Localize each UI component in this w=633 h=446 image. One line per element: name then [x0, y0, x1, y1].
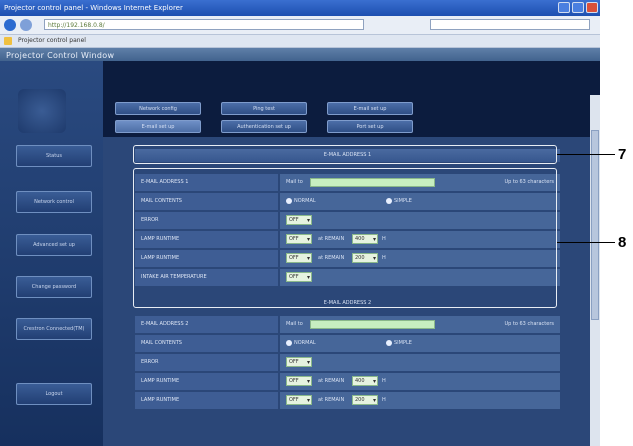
section2-lamp2-hours-select[interactable]: 200: [352, 395, 378, 405]
section2-lamp1-cell: OFF at REMAIN 400 H: [280, 373, 560, 390]
section2-contents-row: MAIL CONTENTS NORMAL SIMPLE: [135, 335, 560, 352]
section2-error-row: ERROR OFF: [135, 354, 560, 371]
section2-lamp2-select[interactable]: OFF: [286, 395, 312, 405]
section2-lamp2-cell: OFF at REMAIN 200 H: [280, 392, 560, 409]
section2-error-cell: OFF: [280, 354, 560, 371]
back-icon[interactable]: [4, 19, 16, 31]
favorite-tab[interactable]: Projector control panel: [18, 37, 86, 44]
section2-contents-label: MAIL CONTENTS: [135, 335, 278, 352]
section2-lamp1-hours-select[interactable]: 400: [352, 376, 378, 386]
callout-line-8: [557, 242, 615, 243]
section2-simple-label: SIMPLE: [394, 340, 412, 346]
sidebar: Status Network control Advanced set up C…: [0, 61, 103, 446]
section2-lamp1-select[interactable]: OFF: [286, 376, 312, 386]
tab-ping-test[interactable]: Ping test: [221, 102, 307, 115]
section2-error-label: ERROR: [135, 354, 278, 371]
close-icon[interactable]: [586, 2, 598, 13]
sidebar-item-status[interactable]: Status: [16, 145, 92, 167]
tab-network-config[interactable]: Network config: [115, 102, 201, 115]
tab-port-setup[interactable]: Port set up: [327, 120, 413, 133]
maximize-icon[interactable]: [572, 2, 584, 13]
tab-email-setup-top[interactable]: E-mail set up: [327, 102, 413, 115]
section2-lamp1-remain: at REMAIN: [318, 378, 345, 384]
tab-area: Network config Ping test E-mail set up E…: [103, 61, 600, 137]
section2-address-row: E-MAIL ADDRESS 2 Mail to Up to 63 charac…: [135, 316, 560, 333]
callout-line-7: [557, 154, 615, 155]
nav-toolbar: http://192.168.0.8/: [0, 16, 600, 35]
section2-lamp2-row: LAMP RUNTIME OFF at REMAIN 200 H: [135, 392, 560, 409]
logo: [18, 89, 66, 133]
sidebar-item-network-control[interactable]: Network control: [16, 191, 92, 213]
tab-email-setup[interactable]: E-mail set up: [115, 120, 201, 133]
forward-icon[interactable]: [20, 19, 32, 31]
callout-number-8: 8: [618, 234, 627, 251]
section2-contents-cell: NORMAL SIMPLE: [280, 335, 560, 352]
favorites-bar: Projector control panel: [0, 35, 600, 48]
sidebar-item-crestron[interactable]: Crestron Connected(TM): [16, 318, 92, 340]
section2-normal-label: NORMAL: [294, 340, 316, 346]
callout-box-8: [133, 168, 557, 308]
tab-authentication-setup[interactable]: Authentication set up: [221, 120, 307, 133]
section2-error-select[interactable]: OFF: [286, 357, 312, 367]
logout-button[interactable]: Logout: [16, 383, 92, 405]
sidebar-item-change-password[interactable]: Change password: [16, 276, 92, 298]
callout-number-7: 7: [618, 146, 627, 163]
section2-address-note: Up to 63 characters: [504, 321, 554, 327]
section2-lamp2-label: LAMP RUNTIME: [135, 392, 278, 409]
window-title: Projector control panel - Windows Intern…: [4, 4, 183, 12]
scrollbar-thumb[interactable]: [591, 130, 599, 320]
callout-box-7: [133, 145, 557, 164]
title-bar: Projector control panel - Windows Intern…: [0, 0, 600, 16]
address-bar[interactable]: http://192.168.0.8/: [44, 19, 364, 30]
section2-normal-radio[interactable]: [286, 340, 292, 346]
section2-address-label: E-MAIL ADDRESS 2: [135, 316, 278, 333]
section2-lamp2-h: H: [382, 397, 386, 403]
search-input[interactable]: [430, 19, 590, 30]
section2-lamp1-label: LAMP RUNTIME: [135, 373, 278, 390]
section2-email-input[interactable]: [310, 320, 435, 329]
section2-lamp1-h: H: [382, 378, 386, 384]
favorites-icon[interactable]: [4, 37, 12, 45]
section2-lamp2-remain: at REMAIN: [318, 397, 345, 403]
sidebar-item-advanced-setup[interactable]: Advanced set up: [16, 234, 92, 256]
minimize-icon[interactable]: [558, 2, 570, 13]
section2-mail-to: Mail to: [286, 321, 303, 327]
section2-address-cell: Mail to Up to 63 characters: [280, 316, 560, 333]
section2-simple-radio[interactable]: [386, 340, 392, 346]
section2-lamp1-row: LAMP RUNTIME OFF at REMAIN 400 H: [135, 373, 560, 390]
